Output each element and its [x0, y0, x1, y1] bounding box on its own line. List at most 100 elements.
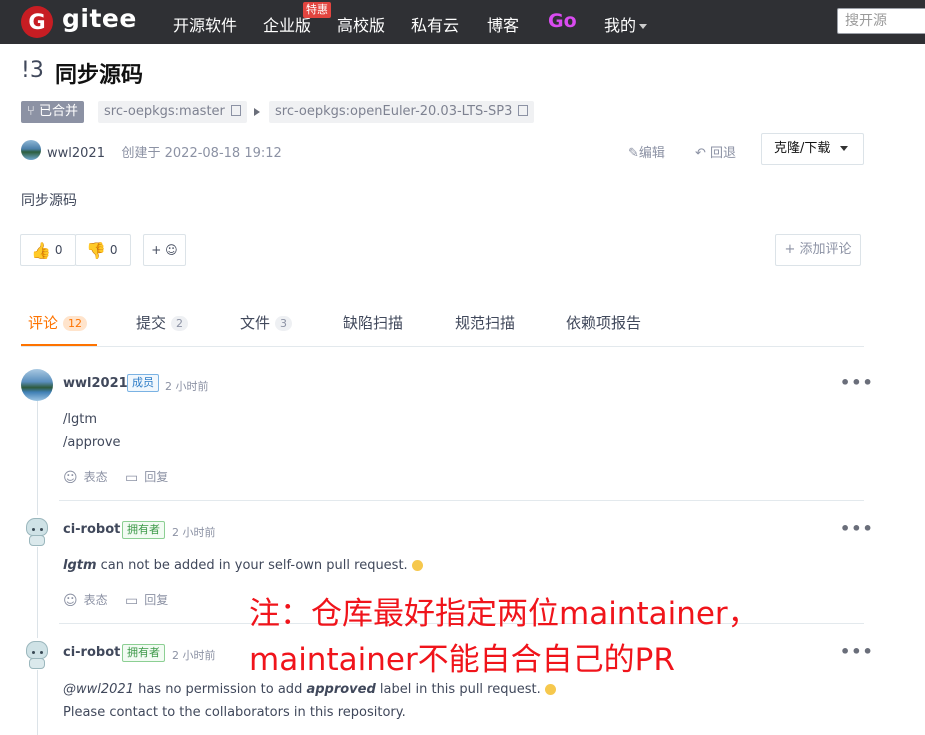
- clone-download-button[interactable]: 克隆/下载: [761, 133, 864, 165]
- robot-body: [29, 658, 45, 669]
- comment-text: has no permission to add: [133, 682, 307, 697]
- pr-description: 同步源码: [21, 193, 77, 209]
- like-count: 0: [54, 243, 63, 257]
- robot-body: [29, 535, 45, 546]
- source-branch-label: src-oepkgs:master: [104, 104, 225, 119]
- status-badge: ⑂ 已合并: [21, 101, 84, 123]
- nav-go[interactable]: Go: [548, 10, 577, 32]
- comment-author[interactable]: ci-robot: [63, 522, 120, 537]
- tab-files[interactable]: 文件 3: [240, 312, 293, 333]
- chevron-down-icon: [840, 146, 849, 151]
- pr-created-time: 创建于 2022-08-18 19:12: [121, 146, 282, 161]
- comment-line: lgtm can not be added in your self-own p…: [63, 558, 423, 573]
- react-label: 表态: [83, 593, 108, 607]
- count-badge: 12: [63, 316, 88, 331]
- tab-dependency-report[interactable]: 依赖项报告: [566, 312, 641, 333]
- reply-label: 回复: [144, 470, 169, 484]
- comment-author[interactable]: ci-robot: [63, 645, 120, 660]
- divider: [59, 500, 864, 501]
- comment-line: /approve: [63, 435, 121, 450]
- tab-label: 评论: [28, 314, 59, 332]
- comment-author[interactable]: wwl2021: [63, 376, 128, 391]
- edit-button[interactable]: ✎编辑: [628, 142, 665, 161]
- role-badge: 拥有者: [122, 521, 165, 539]
- source-branch-tag[interactable]: src-oepkgs:master: [98, 101, 247, 123]
- robot-eye: [40, 528, 43, 531]
- search-input[interactable]: 搜开源: [837, 8, 925, 34]
- status-label: 已合并: [38, 104, 78, 119]
- tab-label: 提交: [136, 314, 167, 332]
- timeline-line: [37, 400, 38, 735]
- count-badge: 3: [275, 316, 293, 331]
- tab-comments[interactable]: 评论 12: [28, 312, 88, 333]
- chevron-down-icon: [639, 24, 648, 29]
- count-badge: 2: [171, 316, 189, 331]
- pr-author-line: wwl2021 创建于 2022-08-18 19:12: [47, 142, 282, 161]
- merge-icon: ⑂: [27, 104, 39, 119]
- promo-badge: 特惠: [303, 2, 331, 18]
- edit-icon: ✎: [628, 146, 639, 161]
- dislike-button[interactable]: 👎 0: [75, 234, 131, 266]
- nav-blog[interactable]: 博客: [487, 12, 519, 36]
- comment-line: Please contact to the collaborators in t…: [63, 705, 406, 720]
- role-badge: 成员: [127, 374, 159, 392]
- robot-icon: [26, 641, 48, 659]
- like-button[interactable]: 👍 0: [20, 234, 76, 266]
- more-options-icon[interactable]: •••: [840, 642, 874, 661]
- avatar[interactable]: [21, 140, 41, 160]
- target-branch-label: src-oepkgs:openEuler-20.03-LTS-SP3: [275, 104, 513, 119]
- tab-lint-scan[interactable]: 规范扫描: [455, 312, 515, 333]
- comment-line: @wwl2021 has no permission to add approv…: [63, 682, 556, 697]
- tab-defect-scan[interactable]: 缺陷扫描: [343, 312, 403, 333]
- avatar[interactable]: [21, 369, 53, 401]
- revert-label: 回退: [710, 146, 737, 161]
- dislike-count: 0: [109, 243, 118, 257]
- react-label: 表态: [83, 470, 108, 484]
- tab-commits[interactable]: 提交 2: [136, 312, 189, 333]
- pr-number: !3: [21, 58, 44, 83]
- emoji-icon: [544, 684, 556, 695]
- more-options-icon[interactable]: •••: [840, 519, 874, 538]
- comment-time: 2 小时前: [172, 649, 216, 662]
- user-mention[interactable]: @wwl2021: [63, 682, 134, 697]
- label-name: approved: [306, 682, 376, 697]
- comment-text: label in this pull request.: [375, 682, 541, 697]
- nav-private-cloud[interactable]: 私有云: [411, 12, 459, 36]
- undo-icon: ↶: [695, 146, 711, 161]
- gitee-logo-text[interactable]: gitee: [62, 4, 137, 33]
- target-branch-tag[interactable]: src-oepkgs:openEuler-20.03-LTS-SP3: [269, 101, 535, 123]
- gitee-logo-icon[interactable]: G: [21, 6, 53, 38]
- react-button[interactable]: ☺ 表态: [63, 591, 108, 609]
- top-navbar: G gitee 开源软件 企业版 特惠 高校版 私有云 博客 Go 我的 搜开源: [0, 0, 925, 44]
- revert-button[interactable]: ↶ 回退: [695, 142, 736, 161]
- reply-button[interactable]: ▭ 回复: [125, 591, 168, 609]
- emoji-icon: [411, 560, 423, 571]
- thumbs-up-icon: 👍: [31, 240, 51, 260]
- more-options-icon[interactable]: •••: [840, 373, 874, 392]
- pr-author[interactable]: wwl2021: [47, 146, 105, 161]
- label-name: lgtm: [63, 558, 97, 573]
- copy-icon[interactable]: [230, 105, 241, 116]
- comment-line: /lgtm: [63, 412, 98, 427]
- add-reaction-button[interactable]: + ☺: [143, 234, 186, 266]
- nav-education[interactable]: 高校版: [337, 12, 385, 36]
- nav-open-source[interactable]: 开源软件: [173, 12, 237, 36]
- active-tab-indicator: [21, 344, 97, 346]
- comment-text: can not be added in your self-own pull r…: [96, 558, 408, 573]
- comment-icon: ▭: [125, 592, 139, 609]
- thumbs-down-icon: 👎: [86, 240, 106, 260]
- reply-button[interactable]: ▭ 回复: [125, 468, 168, 486]
- page-title: 同步源码: [55, 63, 144, 88]
- arrow-right-icon: [254, 108, 260, 116]
- robot-eye: [40, 651, 43, 654]
- avatar[interactable]: [21, 515, 53, 547]
- smiley-icon: ☺: [63, 592, 78, 609]
- add-comment-button[interactable]: + 添加评论: [775, 234, 861, 266]
- nav-mine-label: 我的: [604, 16, 637, 35]
- avatar[interactable]: [21, 638, 53, 670]
- nav-mine[interactable]: 我的: [604, 12, 648, 36]
- robot-eye: [32, 528, 35, 531]
- copy-icon[interactable]: [518, 105, 529, 116]
- robot-eye: [32, 651, 35, 654]
- react-button[interactable]: ☺ 表态: [63, 468, 108, 486]
